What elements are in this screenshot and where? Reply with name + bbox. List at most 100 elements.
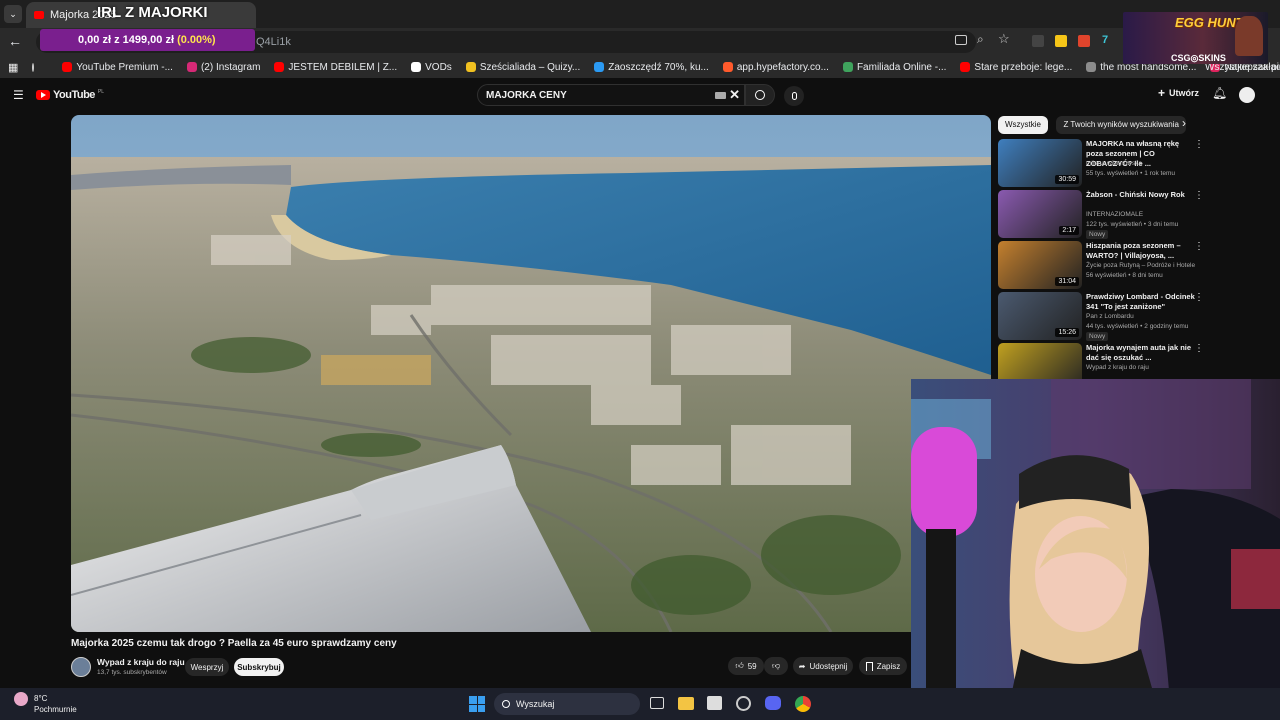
weather-condition[interactable]: Pochmurnie <box>34 705 77 714</box>
bookmark-folder-icon[interactable] <box>32 62 35 72</box>
channel-name[interactable]: Wypad z kraju do raju <box>97 657 185 667</box>
recommended-video-title[interactable]: Żabson - Chiński Nowy Rok <box>1086 190 1196 200</box>
recommended-video-title[interactable]: Majorka wynajem auta jak nie dać się osz… <box>1086 343 1196 363</box>
more-options-icon[interactable]: ⋮ <box>1194 292 1204 303</box>
video-thumbnail[interactable]: 2:17 <box>998 190 1082 238</box>
video-thumbnail[interactable]: 30:59 <box>998 139 1082 187</box>
obs-icon[interactable] <box>736 696 751 711</box>
youtube-favicon-icon <box>34 11 44 19</box>
bookmark-label: VODs <box>425 61 452 73</box>
windows-taskbar: 8°C Pochmurnie Wyszukaj <box>0 688 1280 720</box>
share-button[interactable]: ➦ Udostępnij <box>793 657 853 675</box>
like-count: 59 <box>747 661 757 671</box>
bookmark-item[interactable]: app.hypefactory.co... <box>722 62 829 73</box>
chrome-icon[interactable] <box>795 696 811 712</box>
chip-from-search[interactable]: Z Twoich wyników wyszukiwania <box>1056 116 1186 134</box>
bookmark-item[interactable]: Zaoszczędź 70%, ku... <box>594 62 709 73</box>
bookmark-item[interactable]: JESTEM DEBILEM | Z... <box>274 62 397 73</box>
sponsor-label: CSG◎SKINS <box>1171 53 1226 63</box>
subscriber-count: 13,7 tys. subskrybentów <box>97 669 167 676</box>
recommended-channel[interactable]: milena.wilamowska <box>1086 159 1142 169</box>
extension-icon[interactable]: 7 <box>1102 34 1108 46</box>
extension-icon[interactable] <box>1078 35 1090 47</box>
recommended-channel[interactable]: Wypad z kraju do raju <box>1086 363 1149 373</box>
back-icon[interactable]: ← <box>8 33 22 49</box>
channel-avatar[interactable] <box>71 657 91 677</box>
create-button[interactable]: + Utwórz <box>1158 87 1200 99</box>
bookmark-icon <box>865 661 873 671</box>
menu-icon[interactable]: ☰ <box>13 88 24 102</box>
video-duration: 2:17 <box>1059 226 1079 235</box>
support-button[interactable]: Wesprzyj <box>185 658 229 676</box>
clear-search-icon[interactable]: ✕ <box>729 87 740 103</box>
recommended-video[interactable]: 2:17 Żabson - Chiński Nowy Rok INTERNAZIOM… <box>998 190 1258 239</box>
notifications-bell-icon[interactable]: 🔔︎ <box>1212 86 1227 100</box>
weather-temperature[interactable]: 8°C <box>34 694 47 703</box>
like-button[interactable]: 👍︎ 59 <box>728 657 764 675</box>
video-thumbnail[interactable]: 15:26 <box>998 292 1082 340</box>
recommended-video[interactable]: 30:59 MAJORKA na własną rękę poza sezonem… <box>998 139 1258 187</box>
bookmark-label: Stare przeboje: lege... <box>974 61 1073 73</box>
event-character-image <box>1235 16 1263 56</box>
recommended-video[interactable]: 15:26 Prawdziwy Lombard - Odcinek 341 "To… <box>998 292 1258 341</box>
subscribe-button[interactable]: Subskrybuj <box>234 658 284 676</box>
avatar[interactable] <box>1239 87 1255 103</box>
apps-icon[interactable]: ▦ <box>8 61 18 74</box>
bookmark-star-icon[interactable]: ☆ <box>998 31 1010 47</box>
donation-text: 0,00 zł z 1499,00 zł <box>78 34 175 46</box>
file-explorer-icon[interactable] <box>678 697 694 710</box>
chip-next-icon[interactable]: › <box>1182 116 1186 130</box>
install-icon[interactable] <box>955 35 967 45</box>
youtube-region: PL <box>97 89 105 95</box>
bookmark-item[interactable]: (2) Instagram <box>186 61 261 73</box>
zoom-icon[interactable]: ⌕ <box>977 32 984 47</box>
recommended-channel[interactable]: Pan z Lombardu <box>1086 312 1134 322</box>
recommended-video-title[interactable]: Prawdziwy Lombard - Odcinek 341 "To jest… <box>1086 292 1196 312</box>
youtube-logo[interactable]: YouTube PL <box>36 89 104 101</box>
bookmark-favicon-icon <box>411 62 422 72</box>
bookmark-item[interactable]: Stare przeboje: lege... <box>960 62 1072 73</box>
more-options-icon[interactable]: ⋮ <box>1194 241 1204 252</box>
recommended-video-title[interactable]: Hiszpania poza sezonem – WARTO? | Villaj… <box>1086 241 1196 261</box>
task-view-icon[interactable] <box>650 697 664 709</box>
taskbar-search-input[interactable]: Wyszukaj <box>494 693 640 715</box>
taskbar-search-placeholder: Wyszukaj <box>516 699 555 709</box>
bookmark-label: (2) Instagram <box>200 61 261 73</box>
keyboard-icon[interactable] <box>715 92 726 99</box>
search-button[interactable] <box>745 84 775 106</box>
video-title: Majorka 2025 czemu tak drogo ? Paella za… <box>71 638 397 649</box>
thumbs-down-icon: 👎︎ <box>771 661 781 670</box>
voice-search-icon[interactable] <box>784 86 804 106</box>
chip-all[interactable]: Wszystkie <box>998 116 1048 134</box>
bookmark-favicon-icon <box>1086 62 1097 72</box>
weather-icon[interactable] <box>14 692 28 706</box>
bookmark-favicon-icon <box>722 62 733 72</box>
discord-icon[interactable] <box>765 696 781 710</box>
video-player[interactable] <box>71 115 991 632</box>
dislike-button[interactable]: 👎︎ <box>764 657 788 675</box>
tab-list-button[interactable]: ⌄ <box>4 5 22 23</box>
bookmark-list: YouTube Premium -... (2) Instagram JESTEM … <box>48 62 1280 73</box>
recommended-channel[interactable]: INTERNAZIOMALE <box>1086 210 1143 220</box>
bookmark-item[interactable]: Familiada Online -... <box>842 62 946 73</box>
bookmark-favicon-icon <box>960 62 971 72</box>
recommended-video[interactable]: 31:04 Hiszpania poza sezonem – WARTO? | V… <box>998 241 1258 289</box>
recommended-channel[interactable]: Życie poza Rutyną – Podróże i Hotele <box>1086 261 1195 271</box>
more-options-icon[interactable]: ⋮ <box>1194 139 1204 150</box>
bookmark-item[interactable]: VODs <box>411 62 452 73</box>
store-icon[interactable] <box>707 696 722 710</box>
search-icon <box>755 90 765 100</box>
more-options-icon[interactable]: ⋮ <box>1194 343 1204 354</box>
save-button[interactable]: Zapisz <box>859 657 907 675</box>
extension-icon[interactable] <box>1032 35 1044 47</box>
search-input[interactable]: MAJORKA CENY ✕ <box>477 84 745 106</box>
extension-icon[interactable] <box>1055 35 1067 47</box>
bookmark-item[interactable]: YouTube Premium -... <box>62 62 173 73</box>
video-thumbnail[interactable]: 31:04 <box>998 241 1082 289</box>
more-options-icon[interactable]: ⋮ <box>1194 190 1204 201</box>
bookmark-label: Zaoszczędź 70%, ku... <box>608 61 709 73</box>
bookmark-item[interactable]: Sześcialiada – Quizy... <box>465 62 580 73</box>
streamer-webcam-image <box>911 379 1280 720</box>
create-label: Utwórz <box>1169 88 1200 98</box>
start-windows-icon[interactable] <box>469 696 485 712</box>
